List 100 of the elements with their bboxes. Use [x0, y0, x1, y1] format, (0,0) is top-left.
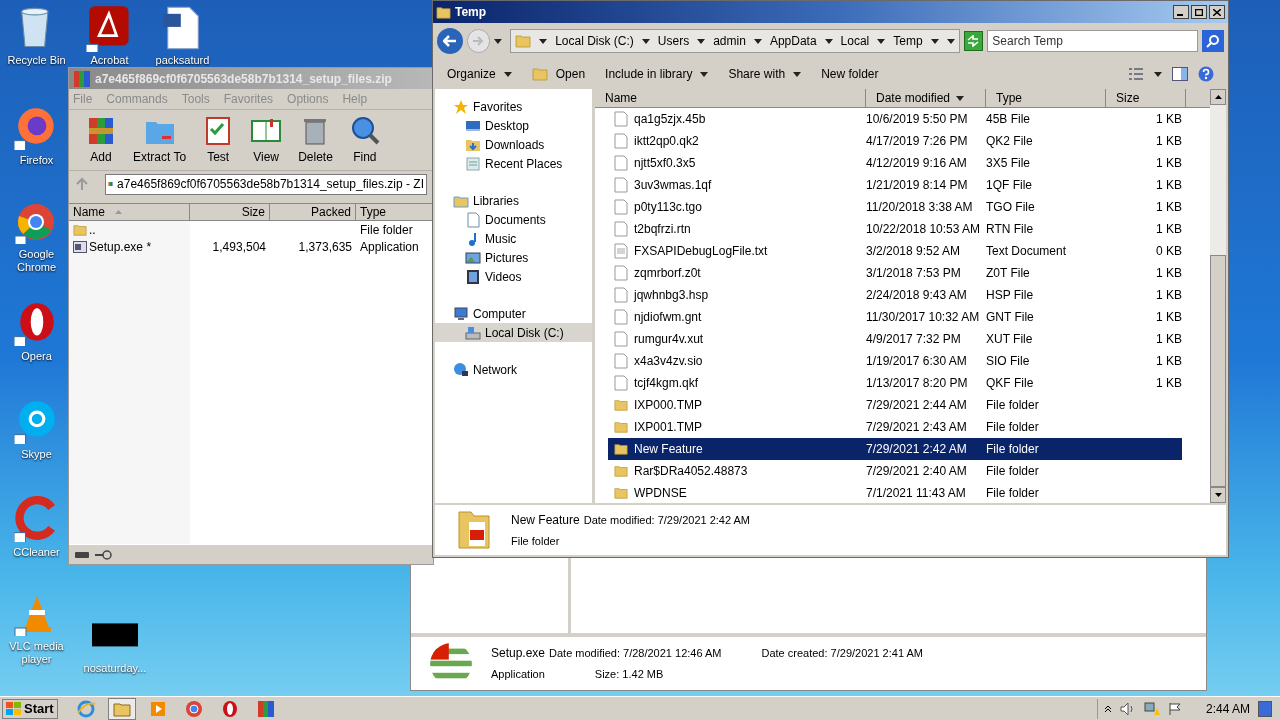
toolbar-button[interactable]: Extract To [129, 114, 191, 166]
preview-pane-icon[interactable] [1172, 67, 1188, 81]
file-row[interactable]: iktt2qp0.qk2 4/17/2019 7:26 PM QK2 File 1 KB [608, 130, 1182, 152]
nav-item[interactable]: Documents [435, 210, 592, 229]
start-button[interactable]: Start [2, 698, 58, 719]
nav-item[interactable]: Computer [435, 304, 592, 323]
file-type: RTN File [986, 221, 1035, 238]
column-header[interactable]: Type [986, 89, 1106, 107]
forward-arrow-icon [472, 36, 485, 46]
file-row[interactable]: x4a3v4zv.sio 1/19/2017 6:30 AM SIO File 1 KB [608, 350, 1182, 372]
nav-item[interactable]: Favorites [435, 97, 592, 116]
date-modified: 1/13/2017 8:20 PM [866, 375, 969, 392]
file-row[interactable]: IXP001.TMP 7/29/2021 2:43 AM File folder [608, 416, 1182, 438]
file-row[interactable]: New Feature 7/29/2021 2:42 AM File folder [608, 438, 1182, 460]
scroll-down-icon[interactable] [1214, 493, 1222, 497]
close-button[interactable] [1209, 5, 1225, 19]
desktop-icon-label[interactable]: Recycle Bin [7, 54, 66, 67]
toolbar-button[interactable]: New folder [821, 65, 879, 83]
file-type: File folder [986, 441, 1040, 458]
column-header[interactable]: Name [595, 89, 866, 107]
file-row[interactable]: Rar$DRa4052.48873 7/29/2021 2:40 AM File folder [608, 460, 1182, 482]
search-button[interactable] [1202, 30, 1224, 52]
file-size: Size: 1.42 MB [594, 667, 664, 683]
breadcrumb-item[interactable]: admin [713, 32, 746, 50]
breadcrumb-item[interactable]: AppData [769, 32, 817, 50]
nav-item[interactable]: Desktop [435, 116, 592, 135]
toolbar-button[interactable]: Organize [447, 65, 512, 83]
nav-item[interactable]: Local Disk (C:) [435, 323, 592, 342]
file-row[interactable]: IXP000.TMP 7/29/2021 2:44 AM File folder [608, 394, 1182, 416]
flag-icon[interactable] [1167, 701, 1182, 716]
search-field[interactable]: Search Temp [987, 30, 1199, 52]
minimize-button[interactable] [1173, 5, 1189, 19]
toolbar-button[interactable]: Include in library [605, 65, 709, 83]
toolbar-button[interactable]: View [246, 114, 287, 166]
folder-icon [614, 420, 628, 434]
scroll-thumb[interactable] [1210, 255, 1226, 487]
breadcrumb-item[interactable]: Temp [893, 32, 923, 50]
help-icon[interactable] [1198, 66, 1214, 82]
nav-item[interactable]: Network [435, 360, 592, 379]
file-row[interactable]: njtt5xf0.3x5 4/12/2019 9:16 AM 3X5 File 1 KB [608, 152, 1182, 174]
desktop-icon-label[interactable]: Firefox [1, 154, 72, 167]
videos-icon [465, 268, 481, 285]
file-type: File folder [511, 533, 561, 549]
refresh-button[interactable] [963, 31, 984, 51]
file-name: Rar$DRa4052.48873 [634, 463, 748, 480]
show-desktop-button[interactable] [1258, 700, 1272, 717]
browser-e-icon [75, 698, 96, 719]
file-name: rumgur4v.xut [634, 331, 704, 348]
desktop-icon-label[interactable]: packsaturd [155, 54, 210, 67]
file-icon [614, 111, 628, 127]
toolbar-button[interactable]: Test [198, 114, 239, 166]
nav-item[interactable]: Recent Places [435, 154, 592, 173]
column-header[interactable]: Packed [270, 204, 356, 220]
file-row[interactable]: qa1g5zjx.45b 10/6/2019 5:50 PM 45B File 1 KB [608, 108, 1182, 130]
desktop-icon-label[interactable]: Google Chrome [1, 248, 72, 274]
nav-item[interactable]: Pictures [435, 248, 592, 267]
toolbar-button[interactable]: Open [531, 65, 586, 83]
chevron-up-icon[interactable] [1103, 704, 1112, 713]
file-row[interactable]: jqwhnbg3.hsp 2/24/2018 9:43 AM HSP File 1 KB [608, 284, 1182, 306]
desktop-icon-label[interactable]: Opera [1, 350, 72, 363]
caret-icon [641, 38, 650, 44]
desktop-icon-label[interactable]: Acrobat [90, 54, 129, 67]
toolbar-button[interactable]: Delete [294, 114, 337, 166]
file-row[interactable]: p0ty113c.tgo 11/20/2018 3:38 AM TGO File 1 KB [608, 196, 1182, 218]
file-row[interactable]: 3uv3wmas.1qf 1/21/2019 8:14 PM 1QF File 1 KB [608, 174, 1182, 196]
breadcrumb-item[interactable]: Local Disk (C:) [555, 32, 634, 50]
file-row[interactable]: tcjf4kgm.qkf 1/13/2017 8:20 PM QKF File 1 KB [608, 372, 1182, 394]
file-row[interactable]: WPDNSE 7/1/2021 11:43 AM File folder [608, 482, 1182, 503]
file-size: 1 KB [1156, 134, 1182, 148]
column-header[interactable]: Size [1106, 89, 1186, 107]
breadcrumb-item[interactable]: Local [840, 32, 870, 50]
file-row[interactable]: rumgur4v.xut 4/9/2017 7:32 PM XUT File 1 KB [608, 328, 1182, 350]
taskbar-button[interactable] [107, 697, 136, 720]
nav-item[interactable]: Music [435, 229, 592, 248]
toolbar-button[interactable]: Find [344, 114, 385, 166]
nav-item[interactable]: Libraries [435, 191, 592, 210]
path-field[interactable]: a7e465f869cf0f6705563de58b7b1314_setup_files.zip - ZI [105, 173, 427, 195]
network-warning-icon[interactable] [1143, 701, 1160, 716]
key-icon [95, 549, 113, 560]
nav-item[interactable]: Videos [435, 267, 592, 286]
view-list-icon[interactable] [1128, 67, 1144, 81]
column-header[interactable]: Size [190, 204, 270, 220]
scroll-up-icon[interactable] [1214, 95, 1222, 99]
back-button[interactable] [437, 28, 463, 54]
star-icon [453, 98, 469, 115]
nav-item[interactable]: Downloads [435, 135, 592, 154]
file-icon [614, 287, 628, 303]
file-row[interactable]: t2bqfrzi.rtn 10/22/2018 10:53 AM RTN File 1 KB [608, 218, 1182, 240]
breadcrumb-item[interactable]: Users [657, 32, 690, 50]
toolbar-button[interactable]: Share with [728, 65, 802, 83]
date-modified: Date modified: 7/29/2021 2:42 AM [583, 512, 751, 528]
file-row[interactable]: njdiofwm.gnt 11/30/2017 10:32 AM GNT File 1 KB [608, 306, 1182, 328]
file-row[interactable]: FXSAPIDebugLogFile.txt 3/2/2018 9:52 AM Text Document 0 KB [608, 240, 1182, 262]
file-row[interactable]: zqmrborf.z0t 3/1/2018 7:53 PM Z0T File 1 KB [608, 262, 1182, 284]
address-bar[interactable]: Local Disk (C:) Users admin AppData Local Temp [510, 29, 960, 53]
column-header[interactable]: Date modified [866, 89, 986, 107]
column-header[interactable]: Name [69, 204, 190, 220]
speaker-icon[interactable] [1119, 701, 1136, 716]
toolbar-button[interactable]: Add [81, 114, 121, 166]
maximize-button[interactable] [1191, 5, 1207, 19]
